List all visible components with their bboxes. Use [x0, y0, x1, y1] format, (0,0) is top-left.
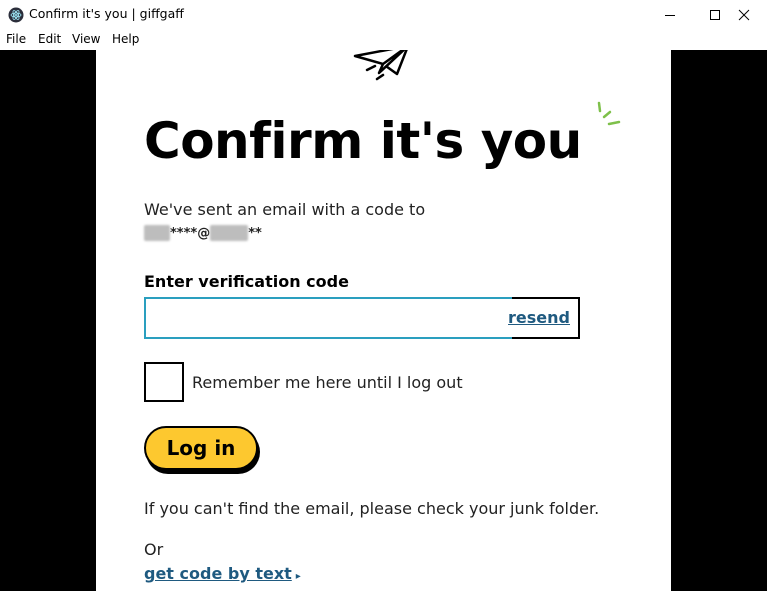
get-code-by-text-label: get code by text [144, 564, 292, 583]
maximize-icon [710, 10, 720, 20]
redacted-block [144, 225, 170, 241]
email-sent-message: We've sent an email with a code to [144, 200, 426, 219]
paper-plane-icon [353, 50, 408, 81]
close-button[interactable] [721, 0, 767, 30]
verification-code-input[interactable] [150, 302, 504, 334]
login-card: Confirm it's you We've sent an email wit… [96, 50, 671, 591]
electron-app-icon [8, 7, 24, 23]
minimize-button[interactable] [647, 0, 693, 30]
verification-code-label: Enter verification code [144, 272, 349, 291]
login-button[interactable]: Log in [144, 426, 258, 470]
window-title: Confirm it's you | giffgaff [29, 6, 184, 21]
menu-bar: File Edit View Help [0, 30, 767, 50]
remember-me-row: Remember me here until I log out [144, 362, 463, 402]
content-area: Confirm it's you We've sent an email wit… [0, 50, 767, 591]
masked-email-suffix: ** [248, 225, 262, 241]
remember-me-checkbox[interactable] [144, 362, 184, 402]
or-separator: Or [144, 540, 164, 559]
verification-code-field: resend [144, 297, 580, 339]
masked-email: ****@ ** [144, 224, 262, 242]
close-icon [738, 9, 750, 21]
caret-right-icon: ▸ [295, 571, 301, 582]
menu-file[interactable]: File [6, 32, 26, 46]
minimize-icon [665, 15, 675, 16]
remember-me-label[interactable]: Remember me here until I log out [192, 373, 463, 392]
title-bar: Confirm it's you | giffgaff [0, 0, 767, 30]
get-code-by-text-link[interactable]: get code by text ▸ [144, 564, 301, 583]
sparkle-icon [597, 101, 621, 126]
junk-folder-hint: If you can't find the email, please chec… [144, 499, 600, 518]
redacted-block [210, 225, 249, 241]
menu-view[interactable]: View [72, 32, 100, 46]
menu-help[interactable]: Help [112, 32, 139, 46]
masked-email-visible: ****@ [170, 225, 211, 241]
page-title: Confirm it's you [144, 112, 582, 170]
menu-edit[interactable]: Edit [38, 32, 61, 46]
resend-link[interactable]: resend [508, 308, 570, 327]
